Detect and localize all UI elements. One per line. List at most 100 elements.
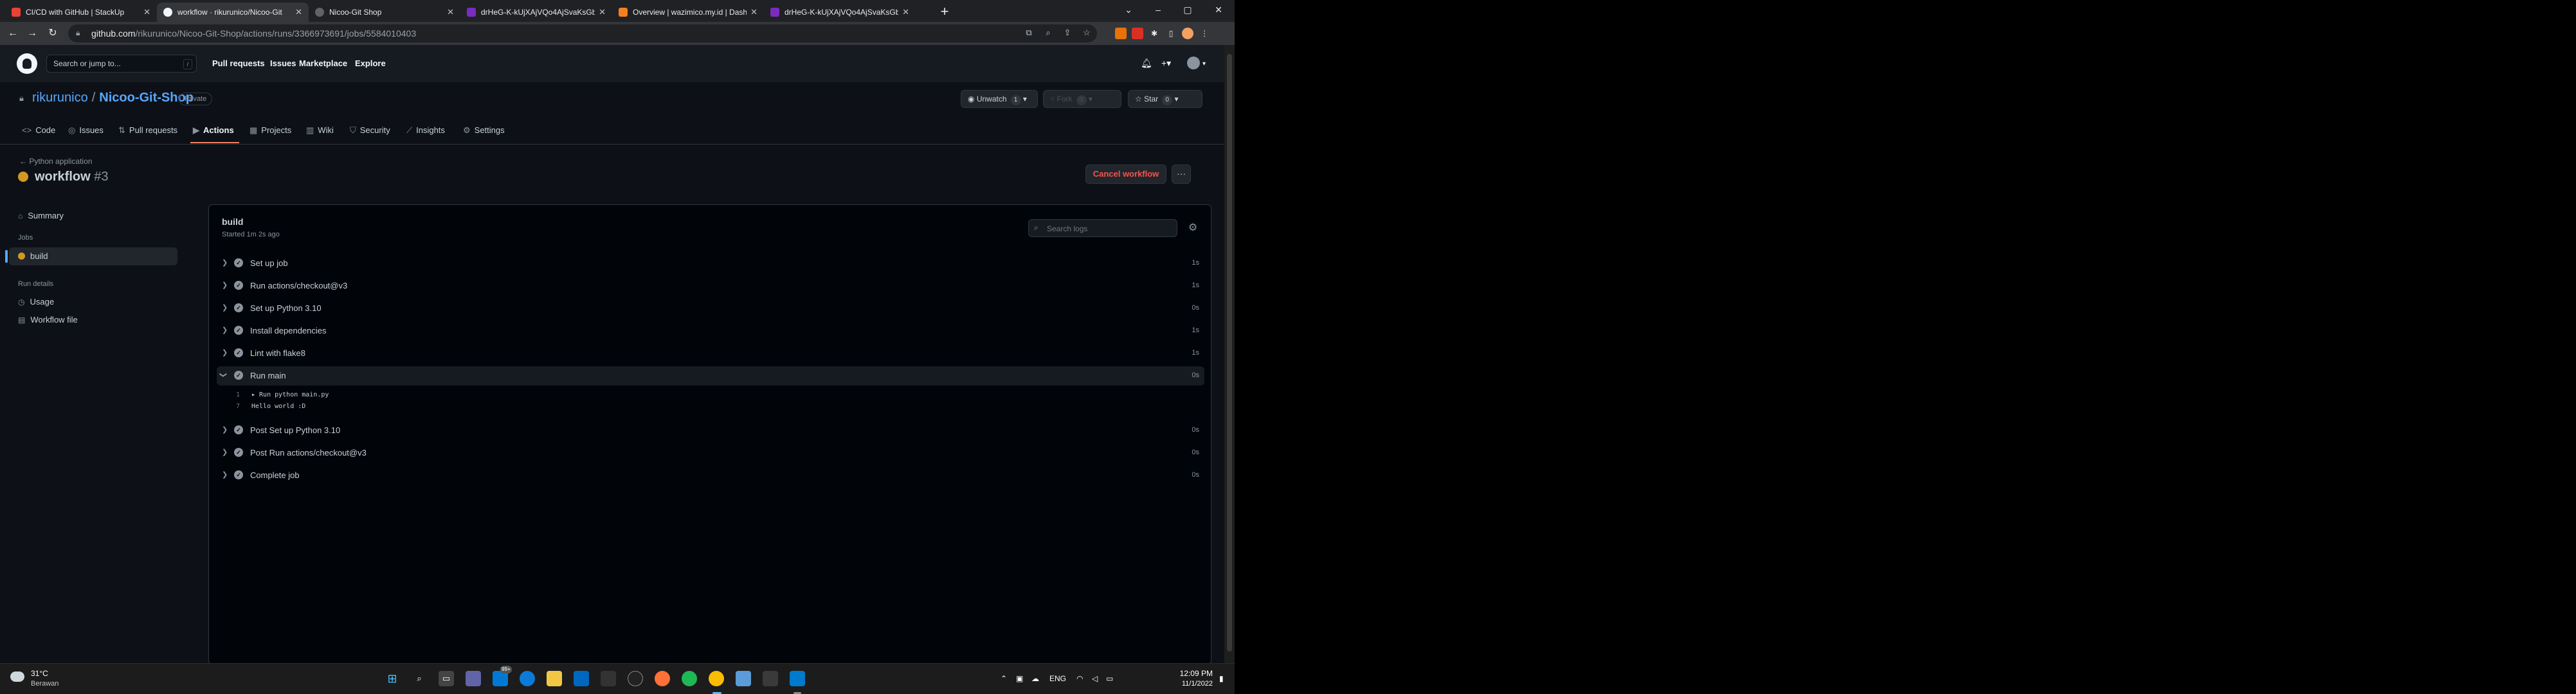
nav-issues[interactable]: Issues <box>270 58 296 68</box>
tab-search-icon[interactable]: ⌄ <box>1114 0 1143 22</box>
weather-temperature[interactable]: 31°C <box>31 669 48 678</box>
gear-icon[interactable]: ⚙︎ <box>1185 220 1201 236</box>
tab-settings[interactable]: ⚙︎ Settings <box>463 125 505 136</box>
unwatch-button[interactable]: ◉ Unwatch 1 ▾ <box>961 90 1038 108</box>
notification-icon[interactable]: ▮ <box>1219 674 1224 683</box>
github-logo-icon[interactable] <box>17 53 37 74</box>
nav-marketplace[interactable]: Marketplace <box>299 58 347 68</box>
tab-actions[interactable]: ▶︎ Actions <box>193 125 234 136</box>
browser-tab[interactable]: Overview | wazimico.my.id | Dash ✕ <box>612 3 764 22</box>
nav-explore[interactable]: Explore <box>355 58 386 68</box>
fork-button[interactable]: ⑂ Fork 0 ▾ <box>1043 90 1121 108</box>
log-line-text[interactable]: ▸ Run python main.py <box>251 391 329 398</box>
share-icon[interactable]: ⇪ <box>1061 28 1074 39</box>
search-input[interactable]: Search or jump to... / <box>46 55 197 73</box>
cancel-workflow-button[interactable]: Cancel workflow <box>1085 165 1166 184</box>
file-explorer-icon[interactable] <box>547 671 562 686</box>
tab-issues[interactable]: ◎ Issues <box>68 125 104 136</box>
close-icon[interactable]: ✕ <box>902 7 909 17</box>
minimize-button[interactable]: – <box>1143 0 1173 22</box>
browser-tab[interactable]: CI/CD with GitHub | StackUp ✕ <box>5 3 157 22</box>
sidepanel-icon[interactable]: ▯ <box>1165 28 1177 39</box>
clock-date[interactable]: 11/1/2022 <box>1172 680 1213 688</box>
weather-description[interactable]: Berawan <box>31 680 59 688</box>
browser-tab[interactable]: drHeG-K-kUjXAjVQo4AjSvaKsGb ✕ <box>460 3 612 22</box>
sidebar-item-usage[interactable]: ◷ Usage <box>9 293 177 311</box>
chevron-down-icon[interactable]: ▾ <box>1202 60 1206 67</box>
forward-arrow-icon[interactable]: → <box>24 26 40 41</box>
tab-wiki[interactable]: ▥ Wiki <box>306 125 334 136</box>
spotify-icon[interactable] <box>682 671 697 686</box>
address-bar[interactable]: 🔒︎ github.com/rikurunico/Nicoo-Git-Shop/… <box>68 24 1097 42</box>
create-new-plus-icon[interactable]: +▾ <box>1161 58 1171 69</box>
store-icon[interactable] <box>574 671 589 686</box>
step-row-expanded[interactable]: ❯ ✓ Run main 0s <box>217 366 1204 386</box>
terminal-icon[interactable] <box>763 671 778 686</box>
back-arrow-icon[interactable]: ← <box>5 26 21 41</box>
wifi-icon[interactable]: ◠ <box>1076 674 1083 683</box>
back-to-workflow-link[interactable]: ← Python application <box>19 157 92 166</box>
window-icon[interactable] <box>736 671 751 686</box>
windows-start-icon[interactable]: ⊞ <box>385 671 400 686</box>
sidebar-item-workflow-file[interactable]: ▤ Workflow file <box>9 311 177 329</box>
tab-code[interactable]: <> Code <box>22 125 55 135</box>
snipping-tool-icon[interactable] <box>601 671 616 686</box>
new-tab-button[interactable]: + <box>936 4 953 21</box>
search-icon[interactable]: ⌕ <box>412 671 427 686</box>
firefox-icon[interactable] <box>655 671 670 686</box>
repo-owner-link[interactable]: rikurunico <box>32 91 88 105</box>
bookmark-star-icon[interactable]: ☆ <box>1080 28 1093 39</box>
close-window-button[interactable]: ✕ <box>1202 0 1235 22</box>
browser-tab-active[interactable]: workflow · rikurunico/Nicoo-Git ✕ <box>157 3 309 22</box>
avatar[interactable] <box>1187 57 1200 69</box>
step-row[interactable]: ❯ ✓ Lint with flake8 1s <box>217 344 1204 363</box>
chevron-up-icon[interactable]: ⌃ <box>1001 674 1007 683</box>
mail-icon[interactable]: 99+ <box>493 666 512 686</box>
tab-insights[interactable]: ⟋ Insights <box>406 125 445 136</box>
tab-projects[interactable]: ▦ Projects <box>249 125 291 136</box>
chrome-menu-icon[interactable]: ⋮ <box>1199 28 1210 39</box>
close-icon[interactable]: ✕ <box>143 7 150 17</box>
battery-icon[interactable]: ▭ <box>1106 674 1113 683</box>
onedrive-icon[interactable]: ☁︎ <box>1031 674 1039 683</box>
clock-time[interactable]: 12:09 PM <box>1172 669 1213 678</box>
zoom-icon[interactable]: ⌕ <box>1042 28 1055 39</box>
nav-pull-requests[interactable]: Pull requests <box>212 58 265 68</box>
translate-icon[interactable]: ⧉ <box>1022 28 1035 39</box>
browser-tab[interactable]: Nicoo-Git Shop ✕ <box>309 3 460 22</box>
tray-app-icon[interactable]: ▣ <box>1016 674 1023 683</box>
media-player-icon[interactable] <box>628 671 643 686</box>
teams-chat-icon[interactable] <box>466 671 481 686</box>
step-row[interactable]: ❯ ✓ Install dependencies 1s <box>217 321 1204 341</box>
edge-icon[interactable] <box>520 671 535 686</box>
step-row[interactable]: ❯ ✓ Post Run actions/checkout@v3 0s <box>217 443 1204 463</box>
vscode-icon[interactable] <box>790 671 805 686</box>
step-row[interactable]: ❯ ✓ Post Set up Python 3.10 0s <box>217 421 1204 440</box>
scrollbar-thumb[interactable] <box>1227 54 1232 652</box>
more-options-button[interactable]: ··· <box>1172 165 1191 184</box>
tab-pull-requests[interactable]: ⇅ Pull requests <box>118 125 177 136</box>
star-button[interactable]: ☆ Star 0 ▾ <box>1128 90 1202 108</box>
step-row[interactable]: ❯ ✓ Run actions/checkout@v3 1s <box>217 276 1204 296</box>
cloud-icon[interactable] <box>10 672 24 682</box>
step-row[interactable]: ❯ ✓ Set up Python 3.10 0s <box>217 299 1204 318</box>
maximize-button[interactable]: ▢ <box>1173 0 1202 22</box>
profile-avatar-icon[interactable] <box>1182 28 1193 39</box>
sidebar-item-summary[interactable]: ⌂ Summary <box>9 207 177 225</box>
volume-icon[interactable]: ◁ <box>1092 674 1098 683</box>
extension-icon[interactable] <box>1132 28 1143 39</box>
close-icon[interactable]: ✕ <box>447 7 454 17</box>
sidebar-item-build[interactable]: build <box>5 247 177 265</box>
page-scrollbar[interactable] <box>1224 45 1235 663</box>
reload-icon[interactable]: ↻ <box>45 26 60 41</box>
extension-icon[interactable] <box>1115 28 1127 39</box>
browser-tab[interactable]: drHeG-K-kUjXAjVQo4AjSvaKsGb ✕ <box>764 3 916 22</box>
language-indicator[interactable]: ENG <box>1049 674 1066 683</box>
url-text[interactable]: github.com/rikurunico/Nicoo-Git-Shop/act… <box>91 28 416 39</box>
close-icon[interactable]: ✕ <box>295 7 302 17</box>
notifications-bell-icon[interactable]: 🔔︎ <box>1141 58 1152 69</box>
chrome-icon[interactable] <box>709 671 724 686</box>
search-logs-input[interactable]: ⌕ Search logs <box>1028 219 1177 237</box>
step-row[interactable]: ❯ ✓ Complete job 0s <box>217 466 1204 485</box>
task-view-icon[interactable]: ▭ <box>439 671 454 686</box>
